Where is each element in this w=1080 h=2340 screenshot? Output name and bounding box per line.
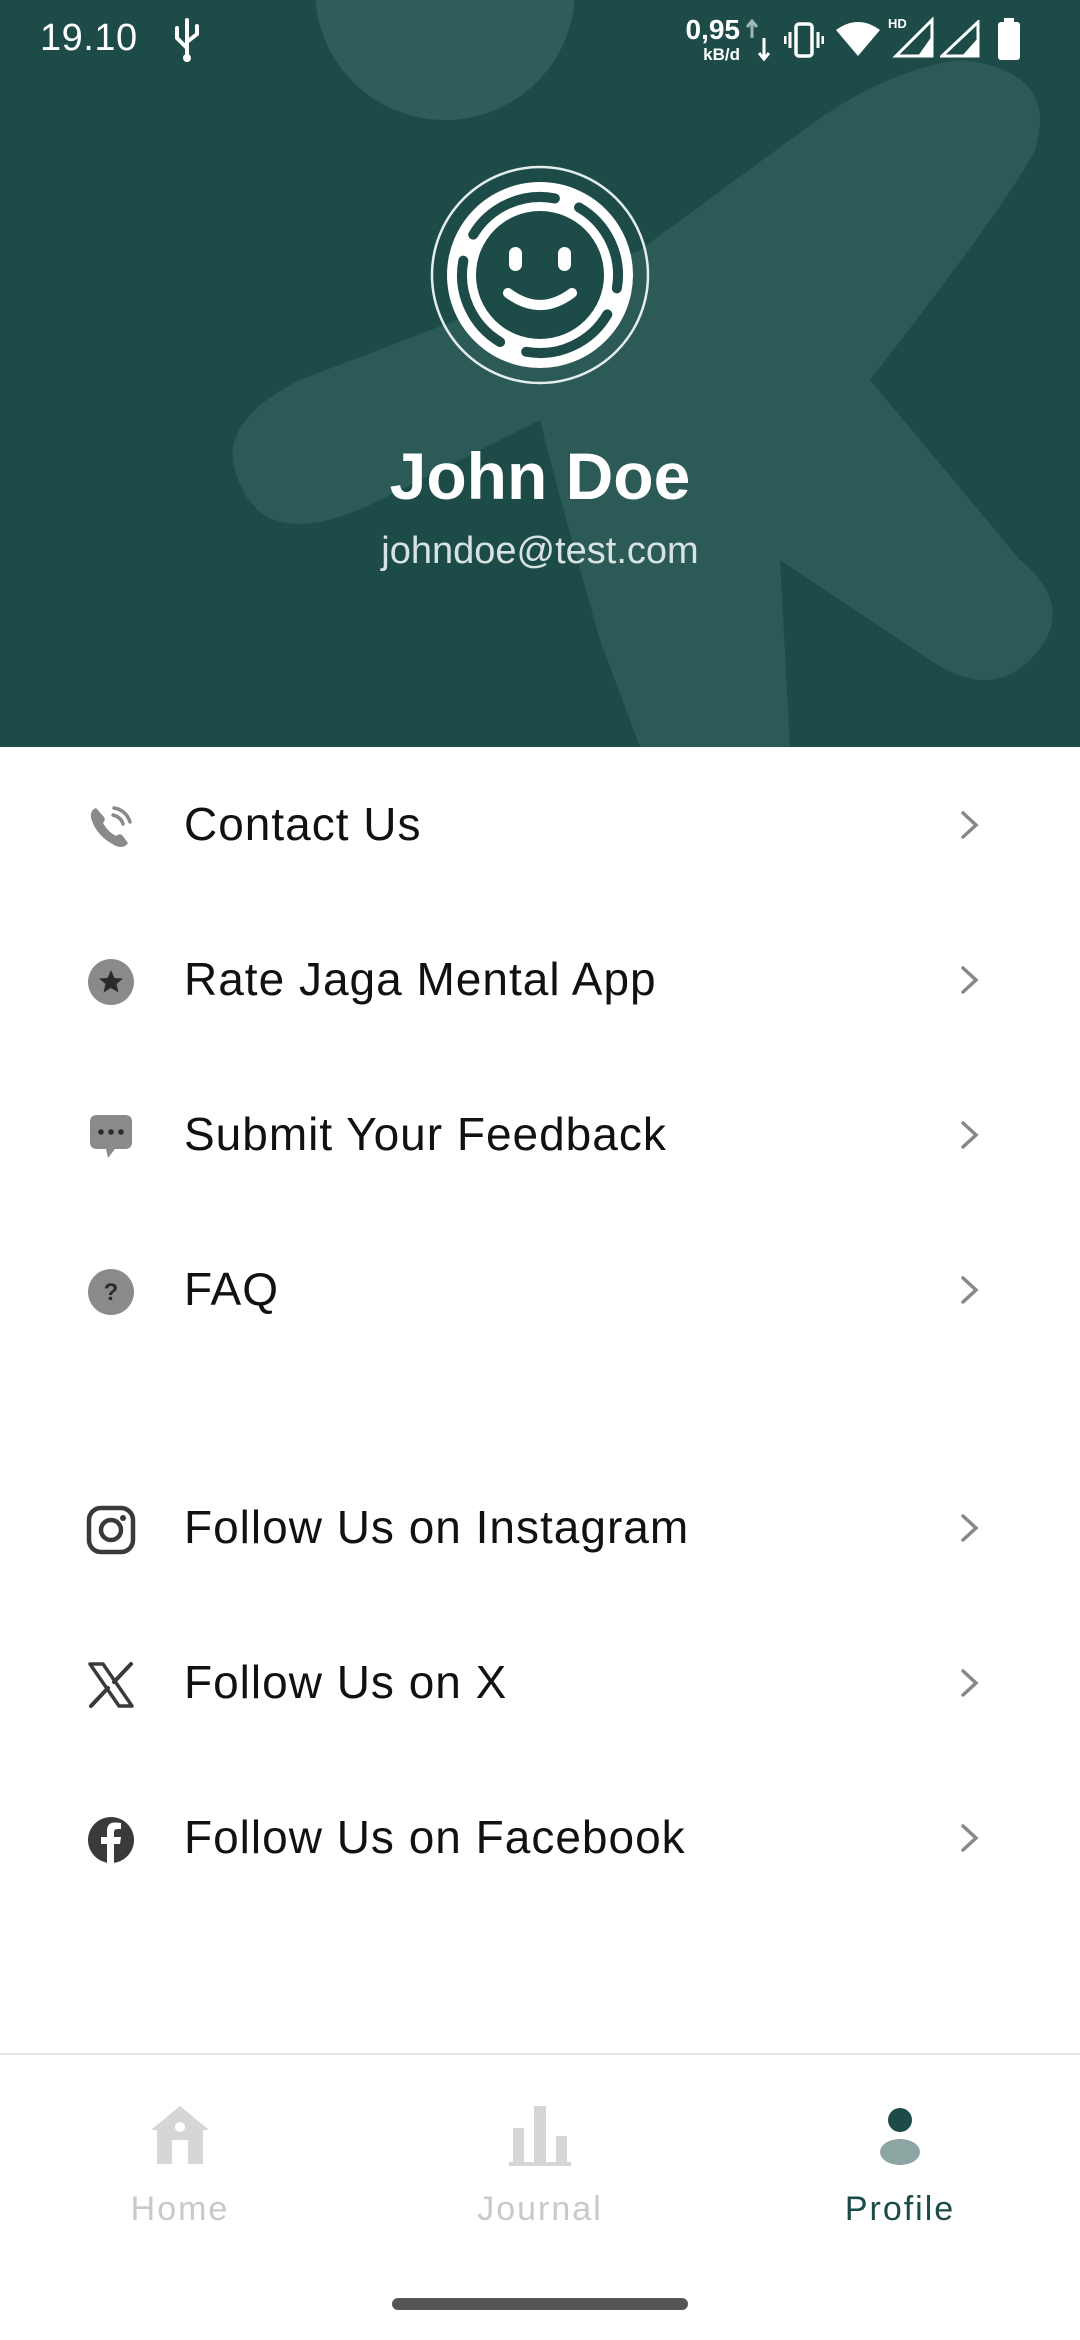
facebook-icon bbox=[88, 1817, 134, 1863]
svg-text:HD: HD bbox=[888, 16, 907, 31]
menu-item-instagram[interactable]: Follow Us on Instagram bbox=[0, 1450, 1080, 1605]
chevron-right-icon bbox=[961, 1824, 979, 1852]
smiley-face-icon bbox=[430, 165, 650, 385]
bottom-navigation: Home Journal Profile bbox=[0, 2053, 1080, 2340]
star-badge-icon bbox=[88, 959, 134, 1005]
nav-tab-journal[interactable]: Journal bbox=[360, 2055, 720, 2265]
menu-item-label: Rate Jaga Mental App bbox=[184, 953, 657, 1005]
status-icons: 0,95 kB/d HD bbox=[660, 0, 1080, 80]
net-speed: 0,95 kB/d bbox=[680, 14, 741, 64]
home-icon bbox=[151, 2106, 209, 2164]
menu-item-x[interactable]: Follow Us on X bbox=[0, 1605, 1080, 1760]
wifi-icon bbox=[836, 22, 880, 56]
phone-icon bbox=[90, 806, 132, 847]
data-arrows-icon bbox=[745, 18, 771, 62]
net-speed-value: 0,95 bbox=[685, 14, 741, 45]
chevron-right-icon bbox=[961, 811, 979, 839]
bar-chart-icon bbox=[509, 2106, 571, 2166]
nav-tab-label: Home bbox=[130, 2190, 230, 2228]
chat-bubble-icon bbox=[90, 1115, 132, 1158]
instagram-icon bbox=[86, 1505, 136, 1555]
profile-name: John Doe bbox=[389, 439, 691, 513]
menu-item-contact-us[interactable]: Contact Us bbox=[0, 747, 1080, 902]
nav-tab-home[interactable]: Home bbox=[0, 2055, 360, 2265]
nav-tab-label: Journal bbox=[477, 2190, 603, 2228]
menu-item-facebook[interactable]: Follow Us on Facebook bbox=[0, 1760, 1080, 1915]
menu-item-label: Follow Us on X bbox=[184, 1656, 508, 1708]
usb-icon bbox=[175, 18, 199, 62]
nav-tab-profile[interactable]: Profile bbox=[720, 2055, 1080, 2265]
battery-icon bbox=[998, 18, 1020, 60]
home-indicator[interactable] bbox=[392, 2298, 688, 2310]
vibrate-icon bbox=[784, 22, 824, 58]
person-icon bbox=[880, 2108, 920, 2165]
menu-item-label: Contact Us bbox=[184, 798, 422, 850]
menu-item-label: Follow Us on Facebook bbox=[184, 1811, 686, 1863]
menu-item-label: Submit Your Feedback bbox=[184, 1108, 667, 1160]
chevron-right-icon bbox=[961, 1514, 979, 1542]
chevron-right-icon bbox=[961, 1276, 979, 1304]
chevron-right-icon bbox=[961, 1121, 979, 1149]
x-logo-icon bbox=[88, 1662, 134, 1708]
menu-item-faq[interactable]: ? FAQ bbox=[0, 1212, 1080, 1367]
signal-icon bbox=[940, 20, 980, 58]
profile-email: johndoe@test.com bbox=[381, 530, 699, 572]
chevron-right-icon bbox=[961, 1669, 979, 1697]
svg-text:?: ? bbox=[104, 1279, 119, 1306]
menu-item-submit-feedback[interactable]: Submit Your Feedback bbox=[0, 1057, 1080, 1212]
question-circle-icon: ? bbox=[88, 1269, 134, 1315]
menu-item-rate-app[interactable]: Rate Jaga Mental App bbox=[0, 902, 1080, 1057]
net-speed-unit: kB/d bbox=[703, 45, 740, 64]
menu-item-label: FAQ bbox=[184, 1263, 280, 1315]
menu-item-label: Follow Us on Instagram bbox=[184, 1501, 690, 1553]
chevron-right-icon bbox=[961, 966, 979, 994]
status-time: 19.10 bbox=[40, 17, 138, 59]
hd-signal-icon: HD bbox=[888, 16, 934, 58]
profile-header: 19.10 0,95 kB/d HD John Doe johndoe@test… bbox=[0, 0, 1080, 747]
status-bar: 19.10 0,95 kB/d HD bbox=[0, 0, 1080, 80]
nav-tab-label: Profile bbox=[844, 2190, 956, 2228]
